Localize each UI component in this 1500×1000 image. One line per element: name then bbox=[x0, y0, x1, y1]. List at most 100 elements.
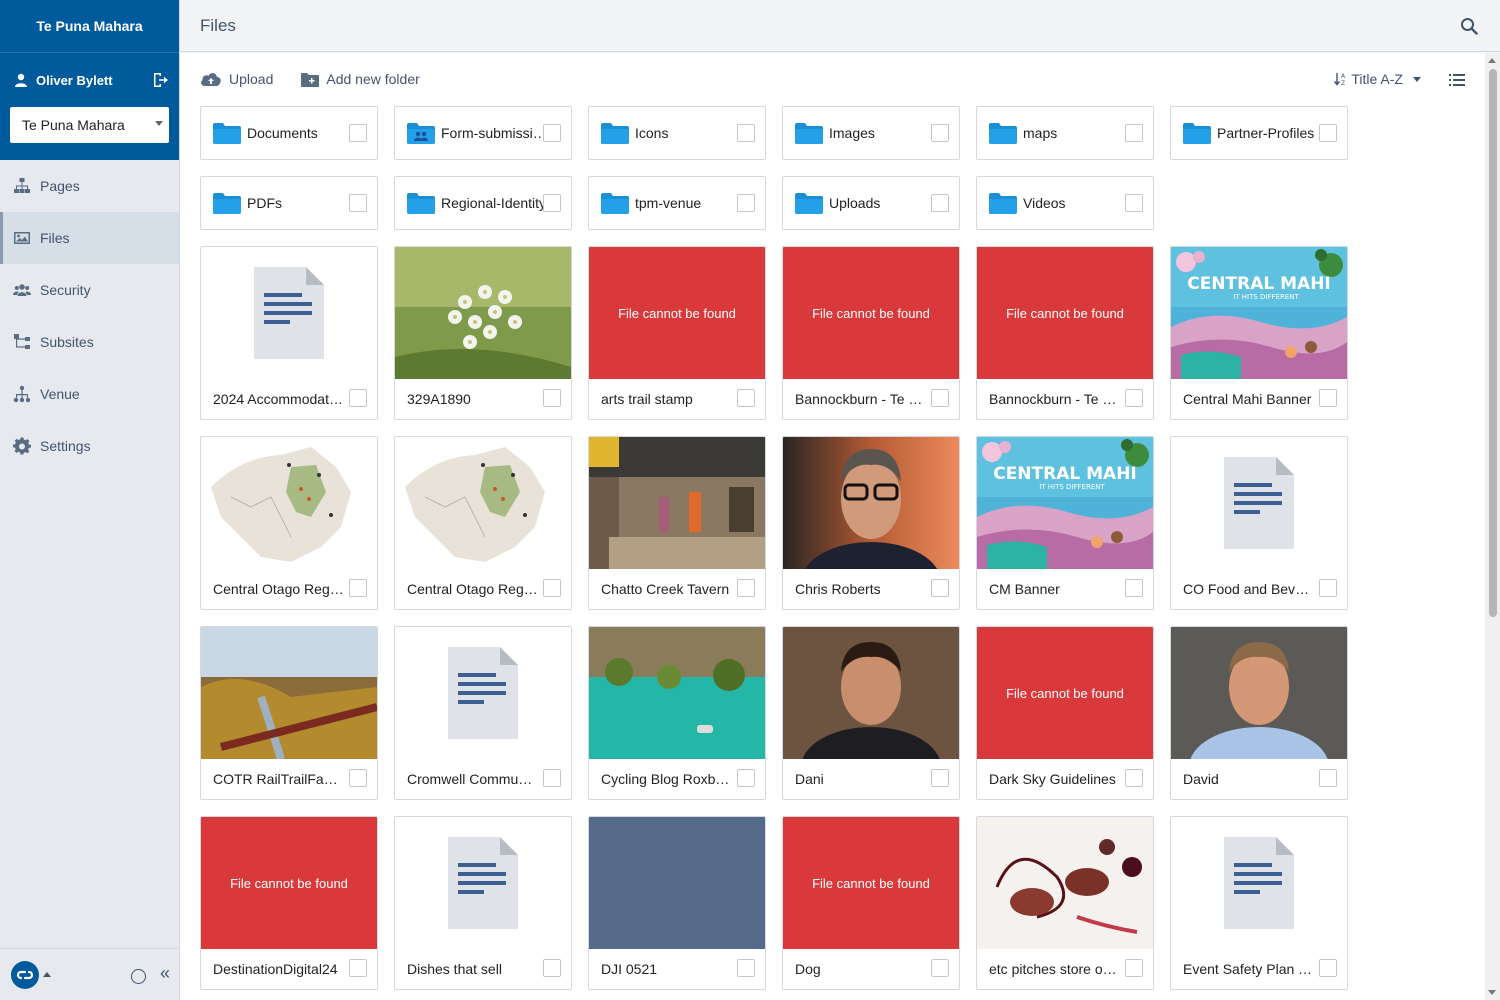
brand-title[interactable]: Te Puna Mahara bbox=[0, 0, 179, 52]
file-checkbox[interactable] bbox=[931, 579, 949, 597]
file-tile[interactable]: David bbox=[1170, 626, 1348, 800]
nav-item-security[interactable]: Security bbox=[0, 264, 179, 316]
scroll-down-arrow-icon[interactable] bbox=[1488, 990, 1496, 995]
folder-checkbox[interactable] bbox=[349, 194, 367, 212]
file-tile[interactable]: DJI 0521 bbox=[588, 816, 766, 990]
folder-item[interactable]: Partner-Profiles bbox=[1170, 106, 1348, 160]
file-checkbox[interactable] bbox=[349, 769, 367, 787]
nav-label: Venue bbox=[40, 386, 80, 402]
file-checkbox[interactable] bbox=[349, 389, 367, 407]
missing-file-placeholder: File cannot be found bbox=[977, 247, 1153, 379]
folder-checkbox[interactable] bbox=[931, 194, 949, 212]
file-checkbox[interactable] bbox=[1319, 769, 1337, 787]
file-checkbox[interactable] bbox=[931, 769, 949, 787]
folder-checkbox[interactable] bbox=[349, 124, 367, 142]
file-tile[interactable]: Dani bbox=[782, 626, 960, 800]
logout-icon[interactable] bbox=[151, 71, 169, 89]
file-tile[interactable]: File cannot be found DestinationDigital24 bbox=[200, 816, 378, 990]
folder-item[interactable]: Regional-Identity bbox=[394, 176, 572, 230]
folder-checkbox[interactable] bbox=[737, 194, 755, 212]
nav-item-subsites[interactable]: Subsites bbox=[0, 316, 179, 368]
help-circle-icon[interactable] bbox=[131, 969, 146, 984]
folder-checkbox[interactable] bbox=[1125, 194, 1143, 212]
nav-item-files[interactable]: Files bbox=[0, 212, 179, 264]
cms-logo-icon[interactable] bbox=[11, 960, 39, 989]
file-tile[interactable]: Chatto Creek Tavern bbox=[588, 436, 766, 610]
file-checkbox[interactable] bbox=[1125, 389, 1143, 407]
search-icon[interactable] bbox=[1460, 17, 1478, 35]
chevron-up-icon[interactable] bbox=[43, 972, 51, 977]
site-selector[interactable]: Te Puna Mahara bbox=[10, 107, 169, 143]
file-tile[interactable]: File cannot be found Bannockburn - Te Kōh… bbox=[782, 246, 960, 420]
file-tile[interactable]: Central Otago Regional Map bbox=[200, 436, 378, 610]
file-checkbox[interactable] bbox=[543, 959, 561, 977]
file-tile[interactable]: etc pitches store options bbox=[976, 816, 1154, 990]
file-checkbox[interactable] bbox=[543, 769, 561, 787]
file-tile[interactable]: Cycling Blog Roxburgh bbox=[588, 626, 766, 800]
file-checkbox[interactable] bbox=[1125, 769, 1143, 787]
folder-checkbox[interactable] bbox=[1125, 124, 1143, 142]
scroll-up-arrow-icon[interactable] bbox=[1488, 58, 1496, 63]
folder-checkbox[interactable] bbox=[543, 124, 561, 142]
file-checkbox[interactable] bbox=[931, 959, 949, 977]
sort-dropdown[interactable]: AZ Title A-Z bbox=[1334, 71, 1421, 87]
file-checkbox[interactable] bbox=[1125, 579, 1143, 597]
file-tile[interactable]: File cannot be found Bannockburn - Te Kōh… bbox=[976, 246, 1154, 420]
user-name[interactable]: Oliver Bylett bbox=[36, 73, 151, 88]
file-tile[interactable]: Cromwell Community bbox=[394, 626, 572, 800]
files-gallery: Documents Form-submissions Icons Images maps… bbox=[180, 105, 1485, 1000]
file-tile[interactable]: CO Food and Beverage bbox=[1170, 436, 1348, 610]
folder-icon bbox=[795, 122, 823, 144]
folder-checkbox[interactable] bbox=[543, 194, 561, 212]
folder-item[interactable]: tpm-venue bbox=[588, 176, 766, 230]
file-tile[interactable]: File cannot be found Dark Sky Guidelines bbox=[976, 626, 1154, 800]
file-checkbox[interactable] bbox=[1319, 389, 1337, 407]
folder-item[interactable]: Images bbox=[782, 106, 960, 160]
file-tile[interactable]: COTR RailTrailFamily bbox=[200, 626, 378, 800]
folder-item[interactable]: Uploads bbox=[782, 176, 960, 230]
folder-item[interactable]: Videos bbox=[976, 176, 1154, 230]
folder-item[interactable]: maps bbox=[976, 106, 1154, 160]
file-checkbox[interactable] bbox=[931, 389, 949, 407]
file-tile[interactable]: Event Safety Plan Template bbox=[1170, 816, 1348, 990]
collapse-sidebar-icon[interactable]: « bbox=[160, 963, 170, 984]
file-checkbox[interactable] bbox=[737, 389, 755, 407]
file-tile[interactable]: CENTRAL MAHI IT HITS DIFFERENT CM Banner bbox=[976, 436, 1154, 610]
file-checkbox[interactable] bbox=[349, 579, 367, 597]
folder-checkbox[interactable] bbox=[1319, 124, 1337, 142]
upload-button[interactable]: Upload bbox=[200, 71, 273, 87]
list-view-icon[interactable] bbox=[1449, 73, 1465, 87]
file-checkbox[interactable] bbox=[737, 959, 755, 977]
file-tile[interactable]: File cannot be found arts trail stamp bbox=[588, 246, 766, 420]
file-checkbox[interactable] bbox=[349, 959, 367, 977]
folder-item[interactable]: Form-submissions bbox=[394, 106, 572, 160]
file-checkbox[interactable] bbox=[1319, 579, 1337, 597]
file-checkbox[interactable] bbox=[737, 769, 755, 787]
file-tile[interactable]: Dishes that sell bbox=[394, 816, 572, 990]
folder-checkbox[interactable] bbox=[931, 124, 949, 142]
folder-checkbox[interactable] bbox=[737, 124, 755, 142]
file-checkbox[interactable] bbox=[543, 579, 561, 597]
file-tile[interactable]: File cannot be found Dog bbox=[782, 816, 960, 990]
nav-item-venue[interactable]: Venue bbox=[0, 368, 179, 420]
folder-item[interactable]: Documents bbox=[200, 106, 378, 160]
subsites-icon bbox=[14, 334, 30, 349]
file-checkbox[interactable] bbox=[1125, 959, 1143, 977]
file-tile[interactable]: CENTRAL MAHI IT HITS DIFFERENT Central Mah… bbox=[1170, 246, 1348, 420]
file-tile[interactable]: Chris Roberts bbox=[782, 436, 960, 610]
folder-icon bbox=[989, 122, 1017, 144]
file-tile[interactable]: 2024 Accommodation bbox=[200, 246, 378, 420]
scrollbar-thumb[interactable] bbox=[1489, 69, 1497, 617]
file-checkbox[interactable] bbox=[737, 579, 755, 597]
file-checkbox[interactable] bbox=[1319, 959, 1337, 977]
nav-item-pages[interactable]: Pages bbox=[0, 160, 179, 212]
file-checkbox[interactable] bbox=[543, 389, 561, 407]
scrollbar[interactable] bbox=[1485, 53, 1500, 1000]
folder-item[interactable]: PDFs bbox=[200, 176, 378, 230]
nav-item-settings[interactable]: Settings bbox=[0, 420, 179, 472]
folder-item[interactable]: Icons bbox=[588, 106, 766, 160]
file-tile[interactable]: 329A1890 bbox=[394, 246, 572, 420]
add-folder-button[interactable]: Add new folder bbox=[301, 71, 420, 87]
file-tile[interactable]: Central Otago Regional Map bbox=[394, 436, 572, 610]
user-folder-icon bbox=[407, 122, 435, 144]
